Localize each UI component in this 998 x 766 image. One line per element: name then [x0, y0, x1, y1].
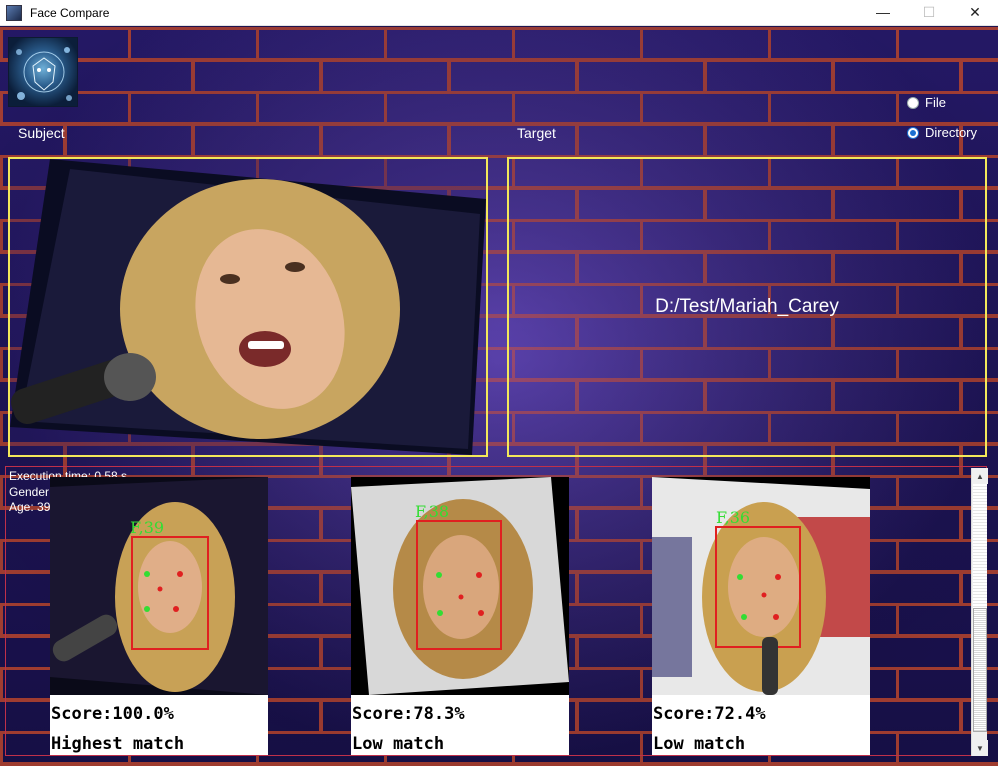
result-card[interactable]: F,36 Score:72.4% Low match: [652, 477, 870, 755]
result-photo: F,36: [652, 477, 870, 695]
subject-image-panel[interactable]: [8, 157, 488, 457]
close-icon[interactable]: ✕: [952, 0, 998, 24]
scroll-track[interactable]: [973, 484, 987, 608]
result-photo: F,38: [351, 477, 569, 695]
subject-label: Subject: [18, 125, 65, 141]
result-score: Score:72.4%: [653, 704, 766, 724]
window-controls: — ☐ ✕: [860, 0, 998, 26]
result-caption: Score:78.3% Low match: [351, 695, 569, 755]
results-area: Execution time: 0.58 s Gender Age: 39 F,…: [5, 466, 987, 756]
app-logo: [8, 37, 78, 107]
result-score: Score:78.3%: [352, 704, 465, 724]
directory-radio-label: Directory: [925, 125, 978, 140]
file-radio[interactable]: File: [907, 95, 946, 110]
result-card[interactable]: F,39 Score:100.0% Highest match: [50, 477, 268, 755]
face-tag: F,39: [130, 518, 164, 537]
result-match: Low match: [653, 734, 746, 754]
scroll-up-icon[interactable]: ▲: [972, 468, 988, 484]
file-radio-label: File: [925, 95, 946, 110]
face-tag: F,36: [716, 508, 750, 527]
subject-photo: [10, 159, 486, 455]
window-title: Face Compare: [30, 5, 110, 20]
main-window: File Directory Subject Target D:/Test/Ma…: [0, 27, 998, 766]
title-bar: Face Compare — ☐ ✕: [0, 0, 998, 26]
scroll-down-icon[interactable]: ▼: [972, 740, 988, 756]
minimize-icon[interactable]: —: [860, 0, 906, 24]
result-photo: F,39: [50, 477, 268, 695]
face-tag: F,38: [415, 502, 449, 521]
target-panel[interactable]: D:/Test/Mariah_Carey: [507, 157, 987, 457]
directory-radio-indicator[interactable]: [907, 126, 919, 139]
result-match: Highest match: [51, 734, 185, 754]
result-score: Score:100.0%: [51, 704, 174, 724]
file-radio-indicator[interactable]: [907, 96, 919, 109]
result-card[interactable]: F,38 Score:78.3% Low match: [351, 477, 569, 755]
target-path: D:/Test/Mariah_Carey: [655, 296, 839, 317]
target-label: Target: [517, 125, 556, 141]
result-caption: Score:100.0% Highest match: [50, 695, 268, 755]
app-icon: [6, 4, 22, 21]
result-caption: Score:72.4% Low match: [652, 695, 870, 755]
directory-radio[interactable]: Directory: [907, 125, 977, 140]
results-scrollbar[interactable]: ▲ ▼: [971, 468, 988, 756]
scroll-thumb[interactable]: [973, 608, 987, 732]
result-match: Low match: [352, 734, 445, 754]
maximize-icon[interactable]: ☐: [906, 0, 952, 24]
